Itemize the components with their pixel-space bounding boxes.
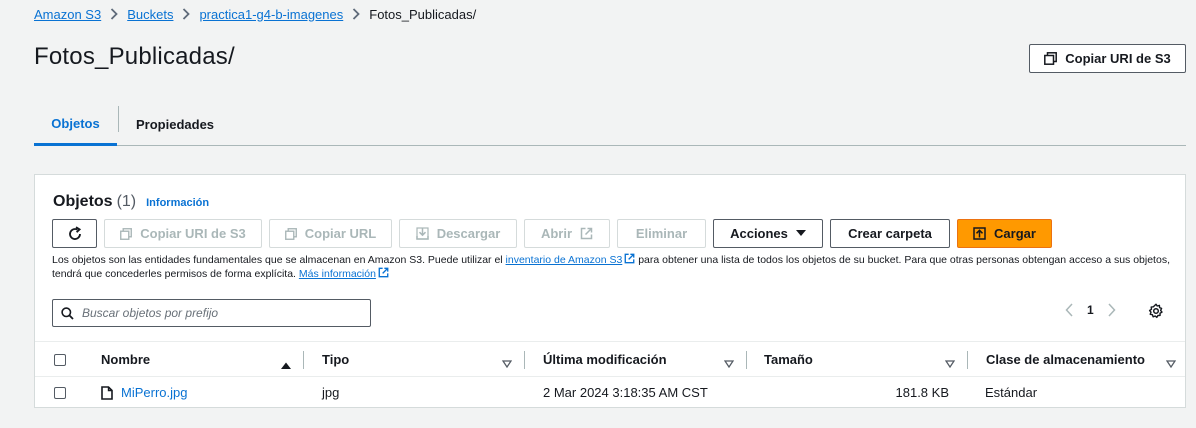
gear-icon[interactable] <box>1148 303 1164 319</box>
search-box[interactable] <box>52 299 371 327</box>
breadcrumb-current: Fotos_Publicadas/ <box>369 6 477 22</box>
column-divider <box>967 351 968 369</box>
sort-icon[interactable] <box>723 355 735 373</box>
external-link-icon <box>580 227 593 240</box>
breadcrumb-link-amazon-s3[interactable]: Amazon S3 <box>34 7 101 22</box>
breadcrumb-link-bucket[interactable]: practica1-g4-b-imagenes <box>199 7 343 22</box>
sort-ascending-icon[interactable] <box>281 356 291 374</box>
sort-icon[interactable] <box>1165 355 1177 373</box>
pagination: 1 <box>1065 303 1116 317</box>
copy-s3-uri-toolbar-label: Copiar URI de S3 <box>140 226 246 241</box>
previous-page-icon[interactable] <box>1065 303 1073 317</box>
search-icon <box>61 306 74 320</box>
copy-icon <box>1044 52 1058 65</box>
inventory-link-label: inventario de Amazon S3 <box>505 254 623 266</box>
chevron-right-icon <box>182 8 191 20</box>
tab-objetos[interactable]: Objetos <box>34 104 117 146</box>
download-icon <box>415 227 429 240</box>
caret-down-icon <box>795 230 806 237</box>
column-header-clase-almacenamiento[interactable]: Clase de almacenamiento <box>986 342 1145 377</box>
download-button[interactable]: Descargar <box>399 219 517 248</box>
panel-title: Objetos <box>53 193 113 210</box>
copy-s3-uri-button[interactable]: Copiar URI de S3 <box>1029 44 1186 73</box>
copy-s3-uri-label: Copiar URI de S3 <box>1065 51 1171 66</box>
objects-description: Los objetos son las entidades fundamenta… <box>52 253 1177 281</box>
cell-name: MiPerro.jpg <box>101 377 187 408</box>
info-link[interactable]: Información <box>146 197 209 209</box>
table-header: Nombre Tipo Última modificación Tamaño C… <box>35 341 1185 377</box>
create-folder-label: Crear carpeta <box>848 226 932 241</box>
copy-url-label: Copiar URL <box>304 226 377 241</box>
copy-s3-uri-toolbar-button[interactable]: Copiar URI de S3 <box>104 219 262 248</box>
more-info-link[interactable]: Más información <box>298 267 389 280</box>
breadcrumb-link-buckets[interactable]: Buckets <box>127 7 173 22</box>
delete-button[interactable]: Eliminar <box>617 219 706 248</box>
open-label: Abrir <box>540 226 573 241</box>
search-input[interactable] <box>82 306 362 320</box>
file-name-link[interactable]: MiPerro.jpg <box>121 385 187 400</box>
actions-dropdown[interactable]: Acciones <box>713 219 823 248</box>
cell-storage-class: Estándar <box>985 385 1038 400</box>
inventory-link[interactable]: inventario de Amazon S3 <box>505 253 636 266</box>
description-text-1: Los objetos son las entidades fundamenta… <box>52 254 506 266</box>
actions-label: Acciones <box>730 226 788 241</box>
table-row[interactable]: MiPerro.jpg jpg 2 Mar 2024 3:18:35 AM CS… <box>35 377 1185 408</box>
panel-header: Objetos (1) Información <box>53 193 209 211</box>
tab-divider <box>118 106 119 132</box>
upload-button[interactable]: Cargar <box>957 219 1052 248</box>
sort-icon[interactable] <box>501 355 513 373</box>
copy-url-button[interactable]: Copiar URL <box>269 219 392 248</box>
copy-icon <box>284 227 297 240</box>
delete-label: Eliminar <box>635 226 688 241</box>
column-divider <box>746 351 747 369</box>
upload-label: Cargar <box>994 226 1036 241</box>
select-all-checkbox[interactable] <box>54 354 66 366</box>
sort-icon[interactable] <box>944 355 956 373</box>
file-icon <box>101 385 113 400</box>
external-link-icon <box>624 253 635 264</box>
download-label: Descargar <box>436 226 501 241</box>
chevron-right-icon <box>110 8 118 20</box>
page-title: Fotos_Publicadas/ <box>34 43 235 70</box>
cell-type: jpg <box>322 385 340 400</box>
tab-bar: Objetos Propiedades <box>34 104 1186 146</box>
open-button[interactable]: Abrir <box>524 219 610 248</box>
upload-icon <box>973 227 986 240</box>
column-divider <box>524 351 525 369</box>
breadcrumb: Amazon S3 Buckets practica1-g4-b-imagene… <box>34 5 476 23</box>
column-header-tipo[interactable]: Tipo <box>322 342 349 377</box>
column-divider <box>303 351 304 369</box>
refresh-icon <box>67 225 83 242</box>
chevron-right-icon <box>352 8 361 20</box>
column-header-tamano[interactable]: Tamaño <box>764 342 813 377</box>
column-header-ultima-modificacion[interactable]: Última modificación <box>543 342 667 377</box>
tab-propiedades[interactable]: Propiedades <box>136 104 214 145</box>
create-folder-button[interactable]: Crear carpeta <box>830 219 950 248</box>
objects-panel: Objetos (1) Información Copiar URI de S3… <box>34 174 1186 408</box>
column-header-nombre[interactable]: Nombre <box>101 342 150 377</box>
page-number[interactable]: 1 <box>1087 303 1094 317</box>
object-count: (1) <box>116 193 137 210</box>
more-info-link-label: Más información <box>298 268 376 280</box>
refresh-button[interactable] <box>52 219 97 248</box>
next-page-icon[interactable] <box>1108 303 1116 317</box>
external-link-icon <box>378 267 389 278</box>
cell-size: 181.8 KB <box>895 385 950 400</box>
cell-last-modified: 2 Mar 2024 3:18:35 AM CST <box>543 385 708 400</box>
copy-icon <box>120 227 133 240</box>
row-checkbox[interactable] <box>54 387 66 399</box>
